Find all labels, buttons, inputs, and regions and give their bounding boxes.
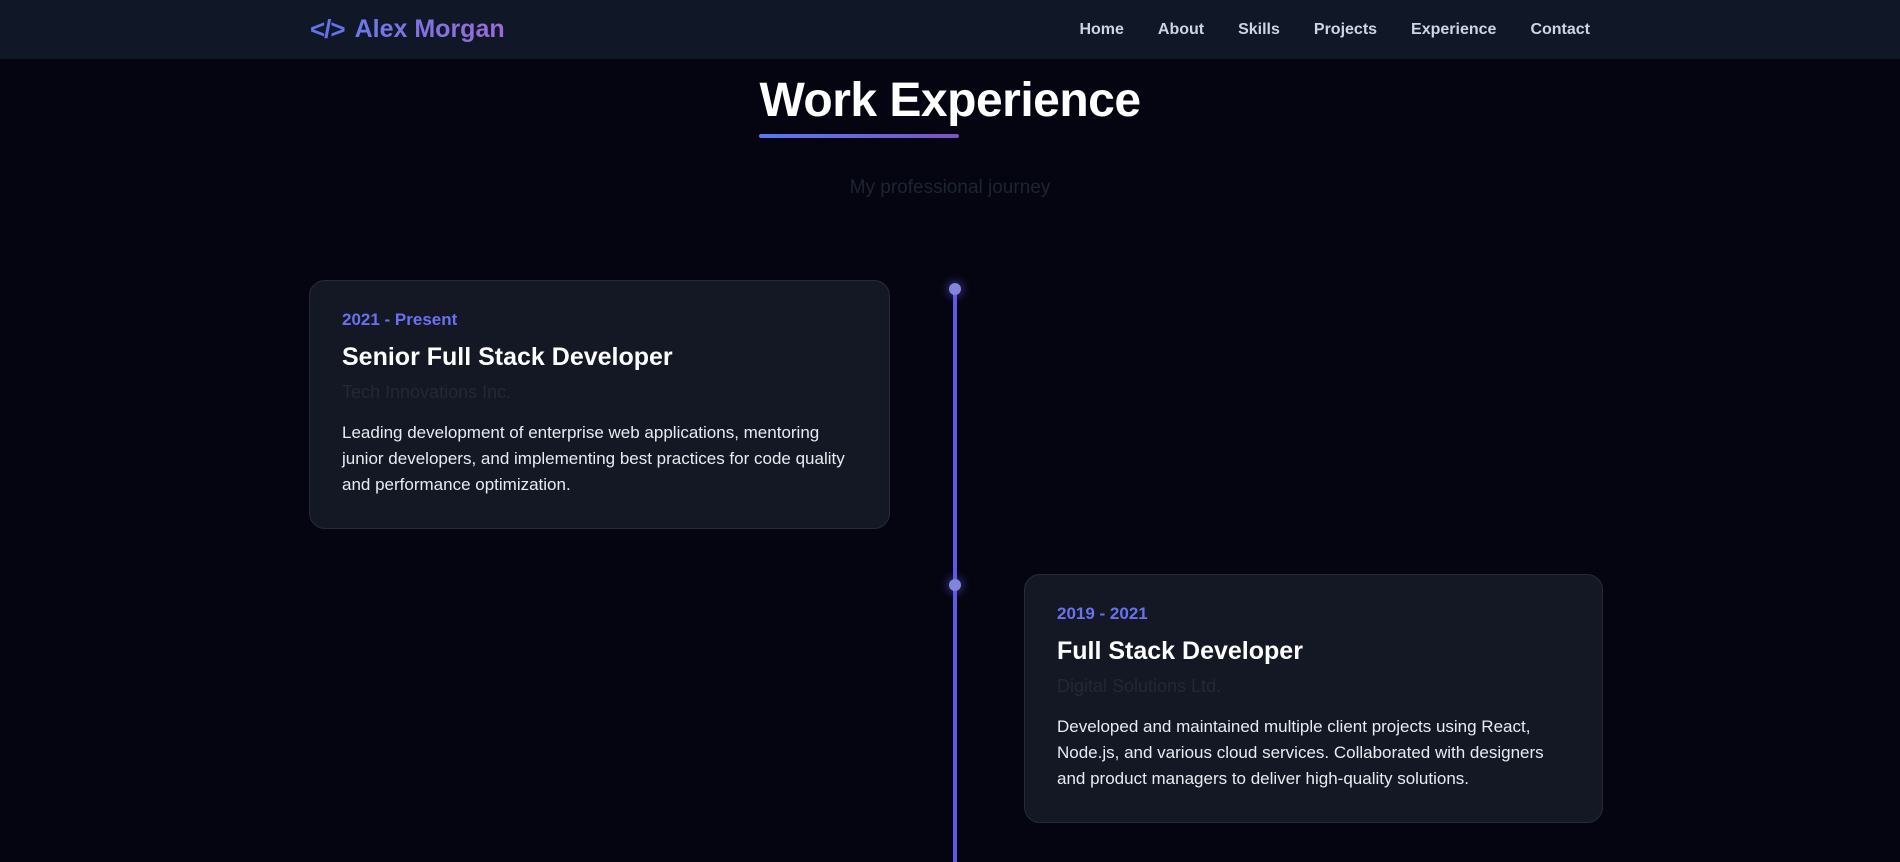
timeline: 2021 - Present Senior Full Stack Develop… <box>300 280 1603 862</box>
experience-description: Developed and maintained multiple client… <box>1057 717 1544 788</box>
experience-card-senior-full-stack: 2021 - Present Senior Full Stack Develop… <box>309 280 890 529</box>
nav-link-about[interactable]: About <box>1158 21 1204 39</box>
experience-company: Digital Solutions Ltd. <box>1057 676 1222 696</box>
experience-role: Senior Full Stack Developer <box>342 343 673 371</box>
experience-period: 2021 - Present <box>342 310 458 329</box>
code-icon: </> <box>310 14 346 44</box>
main-nav: Home About Skills Projects Experience Co… <box>1079 21 1590 39</box>
experience-description: Leading development of enterprise web ap… <box>342 423 845 494</box>
experience-section: Work Experience My professional journey … <box>0 59 1900 862</box>
experience-period: 2019 - 2021 <box>1057 604 1148 623</box>
timeline-dot <box>949 579 961 591</box>
timeline-dot <box>949 283 961 295</box>
experience-card-full-stack: 2019 - 2021 Full Stack Developer Digital… <box>1024 574 1603 823</box>
timeline-line <box>953 289 957 862</box>
navbar-inner: </> Alex Morgan Home About Skills Projec… <box>310 14 1590 45</box>
nav-link-contact[interactable]: Contact <box>1530 21 1590 39</box>
experience-role: Full Stack Developer <box>1057 637 1303 665</box>
experience-company: Tech Innovations Inc. <box>342 382 512 402</box>
brand-name: Alex Morgan <box>354 15 505 43</box>
page-title: Work Experience <box>759 73 1141 138</box>
nav-link-projects[interactable]: Projects <box>1314 21 1377 39</box>
nav-link-home[interactable]: Home <box>1079 21 1123 39</box>
nav-link-experience[interactable]: Experience <box>1411 21 1496 39</box>
nav-link-skills[interactable]: Skills <box>1238 21 1280 39</box>
brand-logo[interactable]: </> Alex Morgan <box>310 14 505 45</box>
section-subtitle: My professional journey <box>849 177 1051 198</box>
navbar: </> Alex Morgan Home About Skills Projec… <box>0 0 1900 59</box>
section-head: Work Experience My professional journey <box>0 59 1900 202</box>
